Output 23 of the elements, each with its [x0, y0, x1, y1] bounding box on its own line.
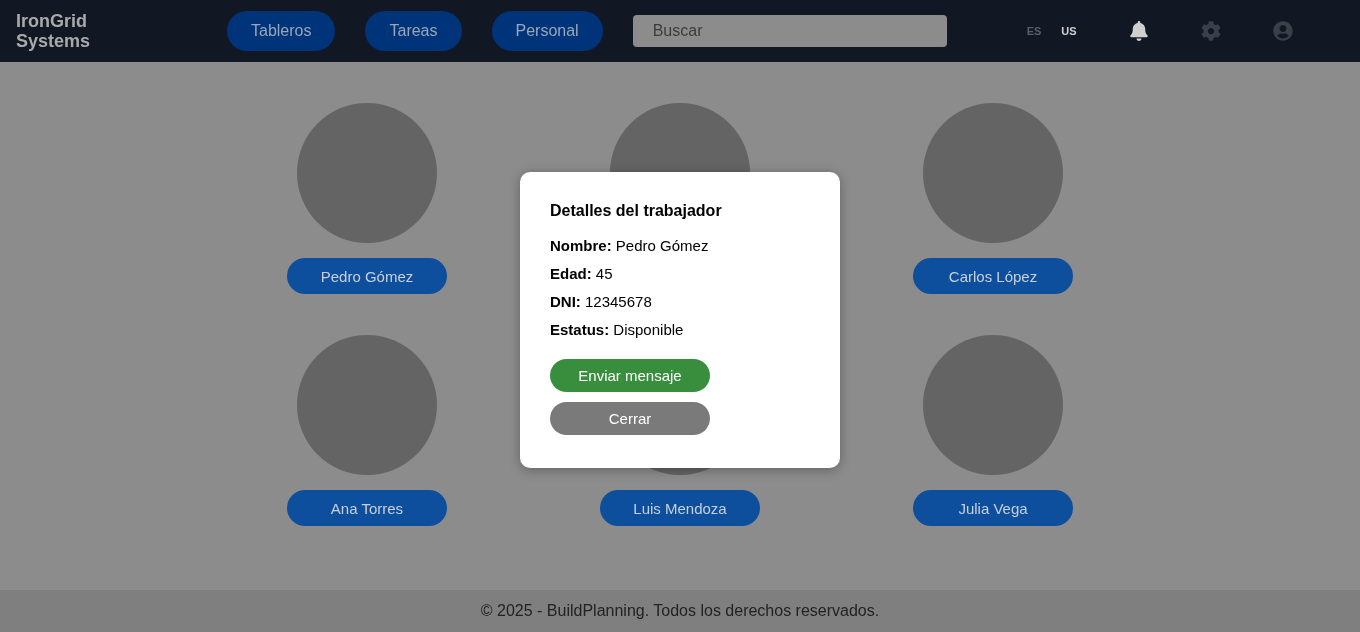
- user-icon[interactable]: [1272, 21, 1293, 41]
- nav-button[interactable]: Tableros: [227, 11, 336, 51]
- nav-button[interactable]: Tareas: [365, 11, 462, 51]
- worker-name-button[interactable]: Ana Torres: [287, 490, 447, 526]
- language-option[interactable]: US: [1061, 25, 1077, 37]
- send-message-button[interactable]: Enviar mensaje: [550, 359, 710, 392]
- language-option[interactable]: ES: [1026, 25, 1042, 37]
- detail-line: DNI: 12345678: [550, 293, 653, 311]
- close-button[interactable]: Cerrar: [550, 402, 710, 435]
- dialog-title: Detalles del trabajador: [550, 202, 723, 220]
- brand-logo: IronGrid Systems: [16, 11, 92, 51]
- worker-name-button[interactable]: Pedro Gómez: [287, 258, 447, 294]
- copyright-text: © 2025 - BuildPlanning. Todos los derechos reservados.: [480, 602, 880, 620]
- detail-line: Nombre: Pedro Gómez: [550, 237, 710, 255]
- worker-name-button[interactable]: Luis Mendoza: [600, 490, 760, 526]
- detail-line: Estatus: Disponible: [550, 321, 685, 339]
- settings-icon[interactable]: [1200, 21, 1221, 41]
- search-field[interactable]: Buscar: [632, 15, 947, 47]
- nav-button[interactable]: Personal: [491, 11, 603, 51]
- detail-line: Edad: 45: [550, 265, 614, 283]
- worker-name-button[interactable]: Carlos López: [913, 258, 1073, 294]
- bell-icon[interactable]: [1128, 21, 1149, 41]
- worker-name-button[interactable]: Julia Vega: [913, 490, 1073, 526]
